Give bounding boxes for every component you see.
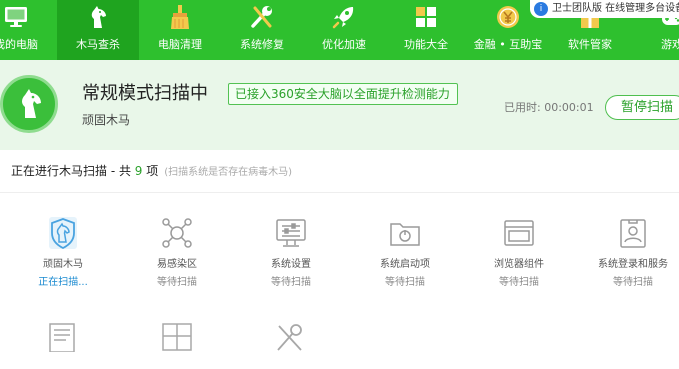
wrench-screwdriver-icon	[251, 6, 272, 28]
nav-label: 功能大全	[404, 38, 448, 51]
elapsed-time: 已用时: 00:00:01	[504, 101, 594, 114]
nav-label: 软件管家	[568, 38, 612, 51]
nav-label: 游戏	[661, 38, 679, 51]
nav-item-features[interactable]: 功能大全	[385, 0, 467, 60]
pause-scan-button[interactable]: 暂停扫描	[605, 95, 679, 120]
nav-label: 电脑清理	[158, 38, 202, 51]
nav-item-optimize[interactable]: 优化加速	[303, 0, 385, 60]
network-nodes-icon	[162, 218, 192, 248]
nav-item-cleanup[interactable]: 电脑清理	[139, 0, 221, 60]
current-scan-item: 顽固木马	[82, 113, 131, 127]
nav-item-system-repair[interactable]: 系统修复	[221, 0, 303, 60]
settings-monitor-icon	[276, 219, 306, 247]
startup-folder-icon	[390, 223, 420, 246]
grid-icon	[416, 7, 436, 27]
nav-item-my-computer[interactable]: 我的电脑	[0, 0, 57, 60]
scan-logo	[0, 75, 58, 133]
document-icon	[49, 323, 75, 352]
scan-item: 系统登录和服务 等待扫描	[578, 216, 679, 290]
nav-label: 我的电脑	[0, 38, 38, 51]
nav-label: 系统修复	[240, 38, 284, 51]
scan-item: 易感染区 等待扫描	[122, 216, 232, 290]
horse-icon	[91, 6, 106, 28]
team-info-icon: i	[534, 2, 548, 16]
windows-logo-icon	[162, 323, 192, 351]
scan-item-status: 等待扫描	[385, 277, 425, 288]
scan-item-name: 浏览器组件	[494, 259, 544, 270]
nav-label: 金融 • 互助宝	[473, 38, 543, 51]
broom-icon	[171, 5, 189, 29]
scan-progress-line: 正在进行木马扫描 - 共 9 项 (扫描系统是否存在病毒木马)	[11, 163, 292, 181]
scan-item-name: 易感染区	[157, 259, 197, 270]
nav-label: 木马查杀	[76, 38, 120, 51]
scan-item: 浏览器组件 等待扫描	[464, 216, 574, 290]
scan-item: 系统设置 等待扫描	[236, 216, 346, 290]
scan-item-status: 等待扫描	[271, 277, 311, 288]
scan-item-status: 等待扫描	[499, 277, 539, 288]
scan-item-status: 等待扫描	[157, 277, 197, 288]
scan-item-status: 等待扫描	[613, 277, 653, 288]
scan-item-name: 顽固木马	[43, 259, 83, 270]
progress-prefix: 正在进行木马扫描 - 共	[11, 164, 135, 178]
scan-item: 顽固木马 正在扫描...	[8, 216, 118, 290]
monitor-icon	[5, 7, 27, 27]
team-edition-notice[interactable]: i 卫士团队版 在线管理多台设备	[530, 0, 679, 18]
scan-item-name: 系统启动项	[380, 259, 430, 270]
notice-text: 卫士团队版 在线管理多台设备	[552, 3, 679, 14]
scan-item-status: 正在扫描...	[38, 277, 88, 288]
user-badge-icon	[620, 219, 646, 248]
shield-horse-icon	[49, 217, 77, 250]
divider	[0, 192, 679, 193]
scan-item: 系统启动项 等待扫描	[350, 216, 460, 290]
progress-suffix: 项	[142, 164, 159, 178]
scan-mode-title: 常规模式扫描中	[82, 83, 208, 104]
nav-item-trojan-scan[interactable]: 木马查杀	[57, 0, 139, 60]
horse-icon	[22, 89, 41, 118]
scan-item-name: 系统设置	[271, 259, 311, 270]
scan-status-header: 常规模式扫描中 已接入360安全大脑以全面提升检测能力 顽固木马 已用时: 00…	[0, 60, 679, 150]
security-brain-badge[interactable]: 已接入360安全大脑以全面提升检测能力	[228, 83, 458, 105]
repair-tools-icon	[277, 324, 302, 351]
rocket-icon	[332, 7, 354, 29]
progress-hint: (扫描系统是否存在病毒木马)	[164, 167, 293, 178]
browser-window-icon	[504, 220, 534, 246]
scan-item-name: 系统登录和服务	[598, 259, 668, 270]
nav-label: 优化加速	[322, 38, 366, 51]
top-navigation-bar: 我的电脑 木马查杀 电脑清理 系统修复	[0, 0, 679, 60]
coin-icon	[497, 6, 519, 28]
